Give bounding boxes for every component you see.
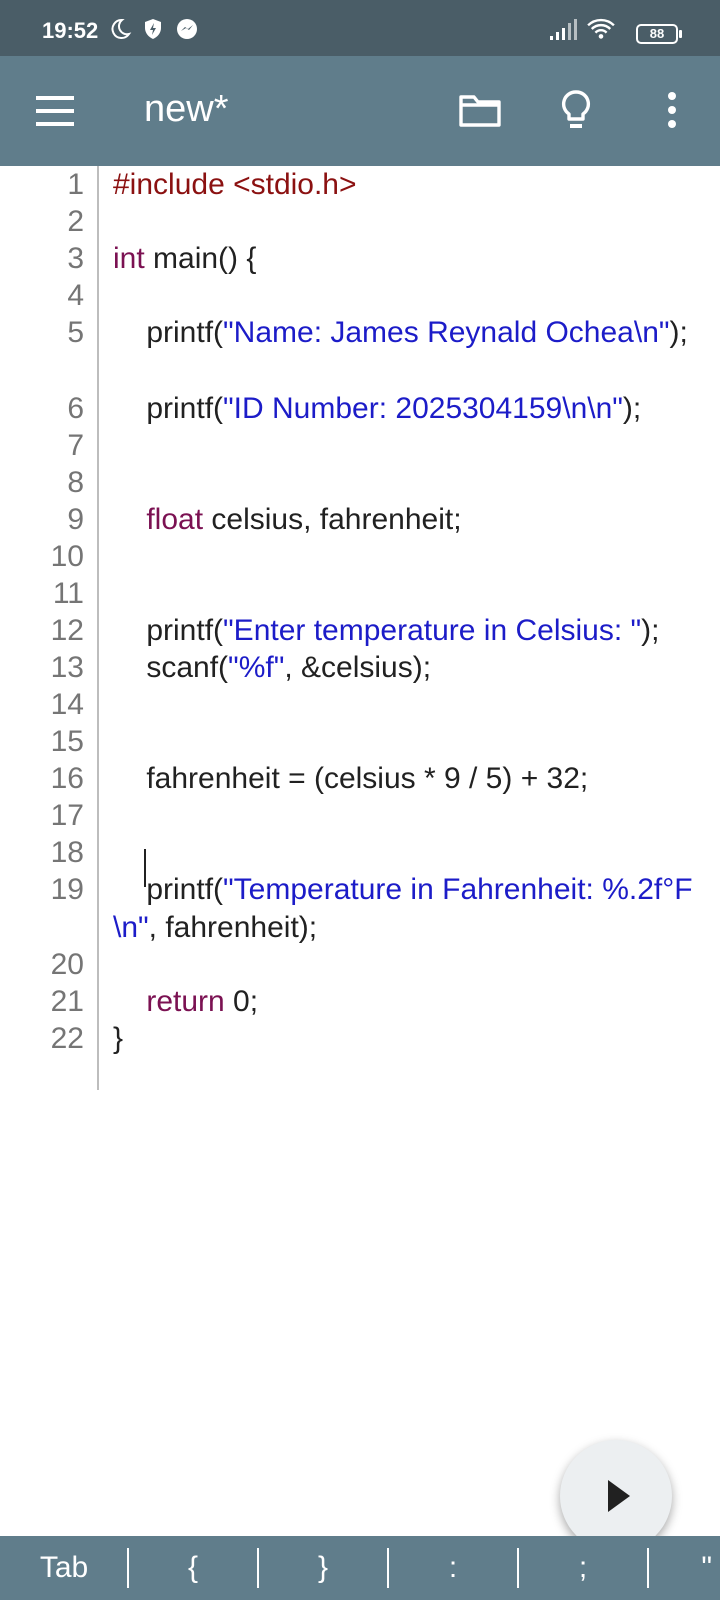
battery-icon: 88 bbox=[636, 24, 678, 44]
more-vert-icon bbox=[668, 92, 676, 128]
more-options-button[interactable] bbox=[644, 83, 700, 139]
messenger-icon bbox=[177, 19, 197, 39]
code-line-12: printf("Enter temperature in Celsius: ")… bbox=[113, 612, 720, 650]
string-token: "Enter temperature in Celsius: " bbox=[223, 614, 642, 647]
line-number: 18 bbox=[50, 836, 84, 869]
key-close-brace[interactable]: } bbox=[259, 1536, 387, 1600]
code-text: ); bbox=[641, 614, 660, 647]
code-line-6: printf("ID Number: 2025304159\n\n"); bbox=[113, 390, 720, 428]
keyword-token: float bbox=[146, 503, 204, 536]
line-number: 4 bbox=[67, 279, 84, 312]
key-open-brace[interactable]: { bbox=[129, 1536, 257, 1600]
wifi-icon bbox=[587, 18, 615, 39]
line-number: 6 bbox=[67, 392, 84, 425]
code-line-22: } bbox=[113, 1020, 720, 1058]
code-line-16: fahrenheit = (celsius * 9 / 5) + 32; bbox=[113, 760, 720, 798]
code-text: printf( bbox=[113, 316, 224, 349]
menu-button[interactable] bbox=[28, 85, 84, 137]
line-number: 22 bbox=[50, 1022, 84, 1055]
line-number: 21 bbox=[50, 985, 84, 1018]
file-title: new* bbox=[144, 88, 229, 130]
line-number: 5 bbox=[67, 316, 84, 349]
battery-level: 88 bbox=[649, 26, 665, 41]
code-line-5: printf("Name: James Reynald Ochea\n"); bbox=[113, 314, 720, 352]
line-number: 17 bbox=[50, 799, 84, 832]
gutter-divider bbox=[97, 166, 99, 1090]
code-text: celsius, fahrenheit; bbox=[203, 503, 462, 536]
open-folder-button[interactable] bbox=[452, 83, 508, 139]
key-semicolon[interactable]: ; bbox=[519, 1536, 647, 1600]
code-text: , fahrenheit); bbox=[148, 911, 318, 944]
keyword-token: int bbox=[113, 242, 145, 275]
shield-icon bbox=[145, 19, 161, 39]
key-colon[interactable]: : bbox=[389, 1536, 517, 1600]
line-number: 12 bbox=[50, 614, 84, 647]
line-number: 1 bbox=[67, 168, 84, 201]
code-text: } bbox=[113, 1022, 124, 1055]
code-text: , &celsius); bbox=[284, 651, 432, 684]
code-line-1: #include <stdio.h> bbox=[113, 166, 720, 204]
code-text: printf( bbox=[113, 873, 224, 906]
preprocessor-token: #include <stdio.h> bbox=[113, 168, 357, 201]
moon-icon bbox=[111, 18, 132, 39]
code-text: printf( bbox=[113, 614, 224, 647]
code-line-3: int main() { bbox=[113, 240, 720, 278]
code-text: ); bbox=[669, 316, 688, 349]
line-number: 7 bbox=[67, 429, 84, 462]
line-number: 16 bbox=[50, 762, 84, 795]
line-number: 19 bbox=[50, 873, 84, 906]
folder-icon bbox=[459, 95, 501, 127]
code-text: ); bbox=[622, 392, 642, 425]
keyword-token: return bbox=[146, 985, 225, 1018]
line-number: 14 bbox=[50, 688, 84, 721]
line-number: 20 bbox=[50, 948, 84, 981]
code-text: printf( bbox=[113, 392, 224, 425]
string-token: "ID Number: 2025304159\n\n" bbox=[223, 392, 623, 425]
line-number: 3 bbox=[67, 242, 84, 275]
line-number: 10 bbox=[50, 540, 84, 573]
code-text: 0; bbox=[224, 985, 259, 1018]
code-line-13: scanf("%f", &celsius); bbox=[113, 649, 720, 687]
code-line-19: printf("Temperature in Fahrenheit: %.2f°… bbox=[113, 871, 720, 947]
code-text: fahrenheit = (celsius * 9 / 5) + 32; bbox=[113, 762, 589, 795]
code-line-21: return 0; bbox=[113, 983, 720, 1021]
string-token: "Name: James Reynald Ochea\n" bbox=[223, 316, 670, 349]
menu-icon bbox=[36, 96, 74, 126]
signal-icon bbox=[550, 19, 577, 40]
line-number: 9 bbox=[67, 503, 84, 536]
line-number: 11 bbox=[52, 577, 84, 610]
lightbulb-icon bbox=[561, 90, 591, 128]
code-text: scanf( bbox=[113, 651, 229, 684]
status-time: 19:52 bbox=[42, 18, 99, 43]
string-token: "%f" bbox=[228, 651, 285, 684]
battery-tip bbox=[679, 30, 682, 38]
code-editor[interactable]: 1 2 3 4 5 6 7 8 9 10 11 12 13 14 15 16 1… bbox=[0, 166, 720, 1536]
line-number: 13 bbox=[50, 651, 84, 684]
symbol-key-bar: Tab { } : ; " bbox=[0, 1536, 720, 1600]
line-number: 2 bbox=[67, 205, 84, 238]
code-text: main() { bbox=[144, 242, 257, 275]
hint-button[interactable] bbox=[548, 83, 604, 139]
key-double-quote[interactable]: " bbox=[649, 1536, 720, 1600]
code-line-9: float celsius, fahrenheit; bbox=[113, 501, 720, 539]
app-bar: new* bbox=[0, 56, 720, 166]
status-bar: 19:52 88 bbox=[0, 0, 720, 56]
line-number: 8 bbox=[67, 466, 84, 499]
key-tab[interactable]: Tab bbox=[0, 1536, 128, 1600]
line-number: 15 bbox=[50, 725, 84, 758]
